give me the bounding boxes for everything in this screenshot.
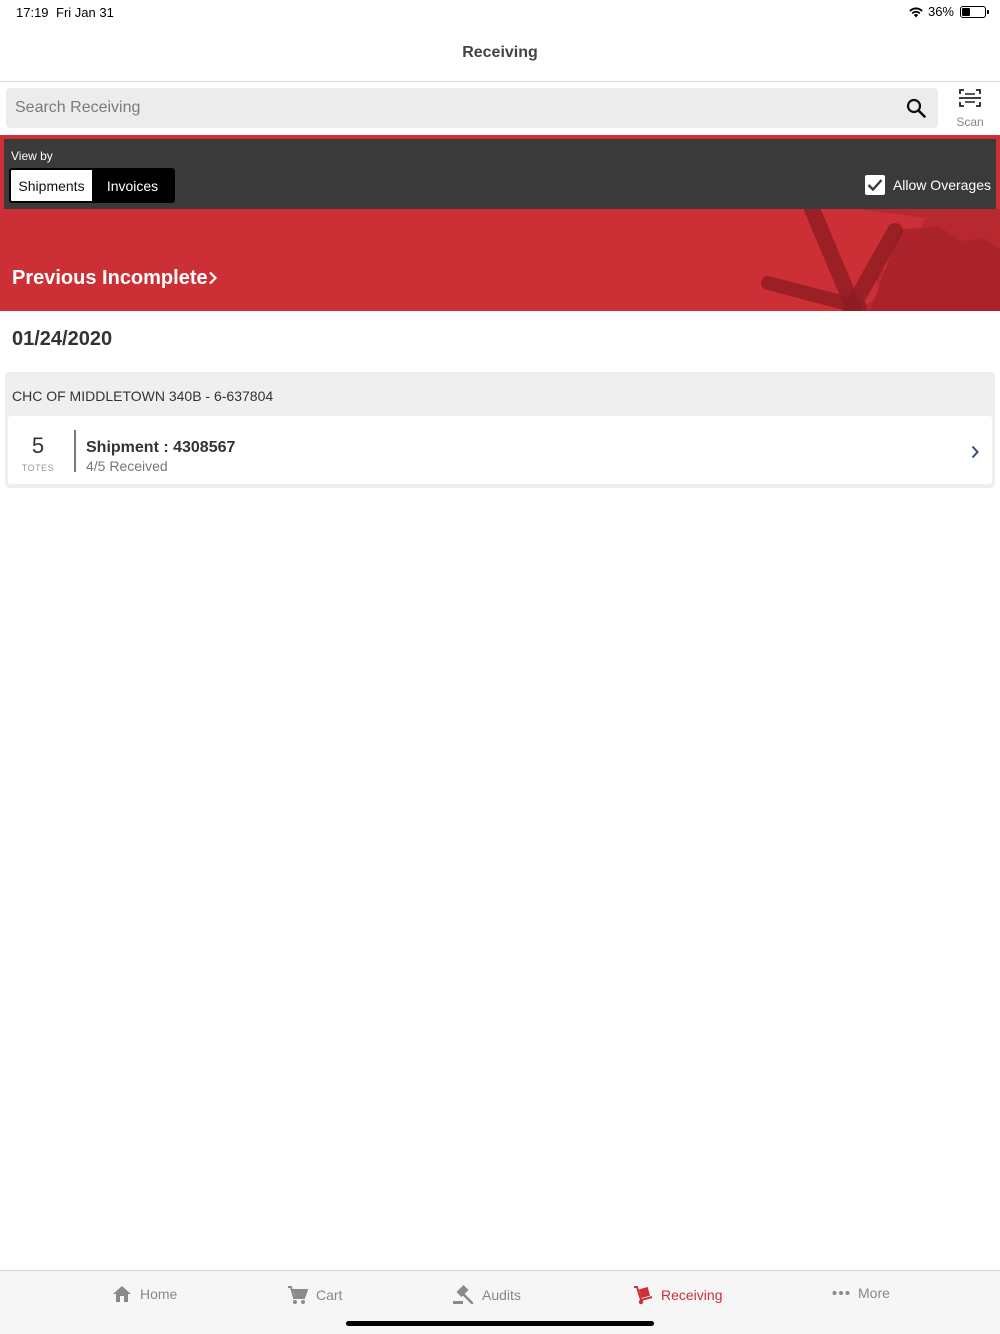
- allow-overages-label: Allow Overages: [892, 177, 991, 193]
- tab-more-label: More: [858, 1285, 890, 1301]
- tab-home[interactable]: Home: [112, 1285, 177, 1303]
- scan-button[interactable]: Scan: [948, 88, 992, 130]
- home-icon: [113, 1286, 131, 1302]
- more-dots-icon: [832, 1291, 850, 1295]
- tab-audits[interactable]: Audits: [452, 1285, 521, 1305]
- allow-overages-checkbox[interactable]: [864, 175, 885, 195]
- status-date: Fri Jan 31: [56, 5, 114, 20]
- view-by-panel: View by Shipments Invoices Allow Overage…: [0, 135, 1000, 210]
- tab-home-label: Home: [140, 1286, 178, 1302]
- tab-receiving-label: Receiving: [661, 1287, 723, 1303]
- hand-truck-icon: [634, 1286, 653, 1305]
- tab-cart[interactable]: Cart: [287, 1285, 342, 1305]
- allow-overages-toggle[interactable]: Allow Overages: [864, 175, 991, 195]
- view-by-toolbar: View by Shipments Invoices Allow Overage…: [4, 139, 996, 209]
- totes-label: TOTES: [21, 463, 55, 473]
- scan-icon: [959, 89, 981, 107]
- shipment-row[interactable]: 5 TOTES Shipment : 4308567 4/5 Received: [8, 416, 992, 484]
- previous-incomplete-label: Previous Incomplete: [12, 267, 208, 289]
- page-title: Receiving: [462, 44, 538, 61]
- status-bar: 17:19 Fri Jan 31 36%: [0, 0, 1000, 24]
- chevron-right-icon: [971, 445, 979, 459]
- gavel-icon: [453, 1285, 474, 1305]
- group-date-heading: 01/24/2020: [12, 328, 113, 350]
- view-by-label: View by: [11, 149, 53, 163]
- tab-cart-label: Cart: [316, 1287, 343, 1303]
- nav-divider: [0, 81, 1000, 82]
- search-input[interactable]: [6, 88, 886, 128]
- home-indicator: [346, 1321, 654, 1326]
- totes-count: 5: [31, 433, 45, 458]
- customer-group-card: CHC OF MIDDLETOWN 340B - 6-637804 5 TOTE…: [5, 372, 995, 488]
- customer-group-title: CHC OF MIDDLETOWN 340B - 6-637804: [12, 388, 274, 404]
- status-time: 17:19: [16, 5, 49, 20]
- search-icon[interactable]: [906, 98, 926, 118]
- wifi-icon: [909, 7, 923, 17]
- scan-label: Scan: [956, 115, 984, 129]
- search-bar: [6, 88, 938, 128]
- battery-percent: 36%: [927, 4, 954, 19]
- battery-icon: [960, 5, 989, 18]
- banner-decoration: [761, 209, 1000, 311]
- previous-incomplete-banner[interactable]: Previous Incomplete: [0, 209, 1000, 311]
- shipment-received-status: 4/5 Received: [86, 458, 168, 474]
- view-by-segmented-control: Shipments Invoices: [9, 168, 175, 203]
- shipment-title: Shipment : 4308567: [86, 439, 236, 456]
- tab-more[interactable]: More: [832, 1285, 890, 1301]
- row-divider: [74, 430, 76, 472]
- checkmark-icon: [867, 179, 883, 192]
- tab-audits-label: Audits: [482, 1287, 521, 1303]
- chevron-right-icon: [209, 271, 218, 285]
- segment-invoices[interactable]: Invoices: [92, 170, 173, 201]
- segment-shipments[interactable]: Shipments: [11, 170, 92, 201]
- battery-level: [962, 7, 970, 16]
- cart-icon: [288, 1286, 308, 1304]
- status-indicators: 36%: [908, 4, 989, 19]
- tab-receiving[interactable]: Receiving: [633, 1285, 722, 1305]
